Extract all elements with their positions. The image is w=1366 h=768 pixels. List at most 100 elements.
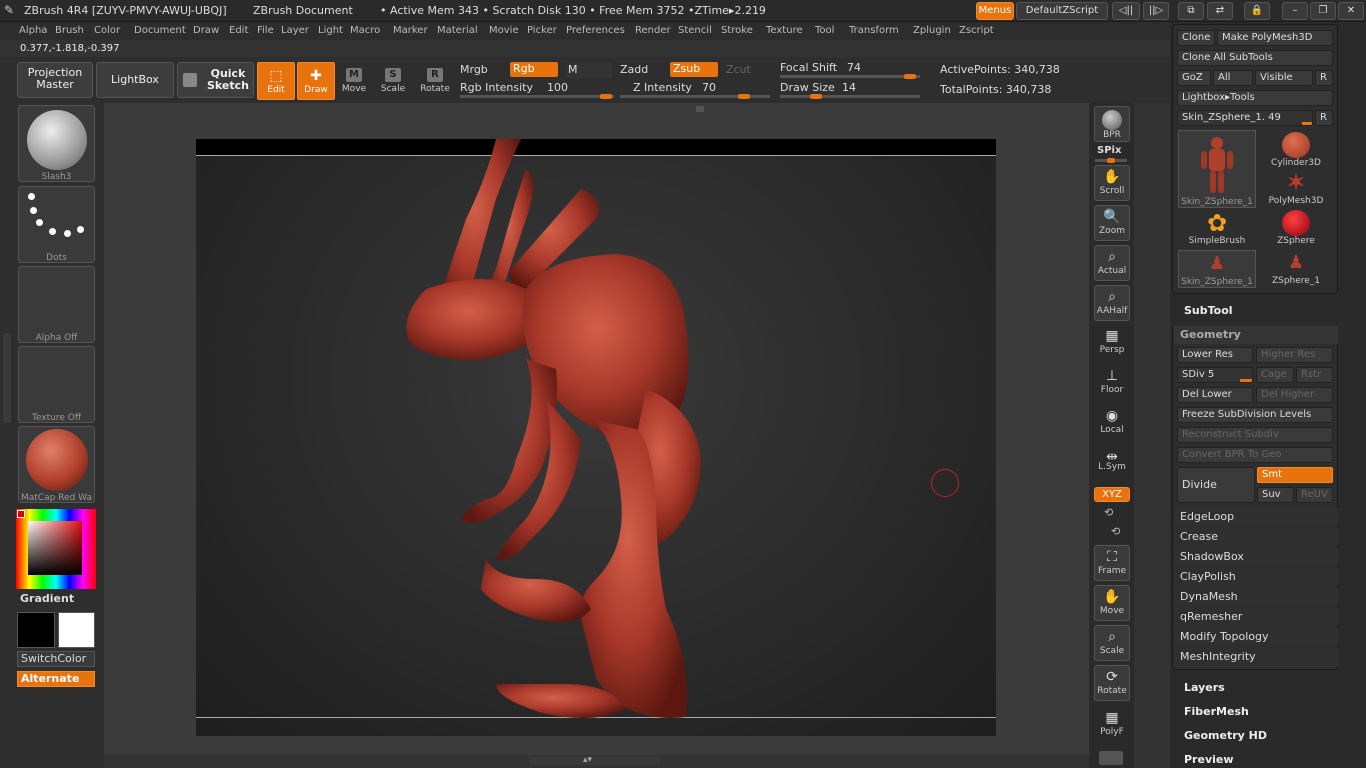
switch-color-button[interactable]: SwitchColor	[17, 651, 95, 667]
clone-all-subtools-button[interactable]: Clone All SubTools	[1177, 50, 1333, 66]
default-zscript-button[interactable]: DefaultZScript	[1016, 2, 1108, 20]
view-rotate-button[interactable]: ⟳ Rotate	[1094, 665, 1130, 701]
canvas-bottom-arrows-icon[interactable]: ▴▾	[583, 755, 592, 765]
clone-button[interactable]: Clone	[1177, 30, 1215, 46]
rotate-z-icon[interactable]: ⟲	[1111, 525, 1120, 538]
canvas-bottom-scroll[interactable]	[530, 757, 660, 765]
menu-file[interactable]: File	[257, 25, 274, 36]
menu-movie[interactable]: Movie	[489, 25, 519, 36]
secondary-color-swatch[interactable]	[58, 612, 95, 648]
menu-preferences[interactable]: Preferences	[566, 25, 625, 36]
rotate-y-icon[interactable]: ⟲	[1104, 506, 1113, 519]
menu-transform[interactable]: Transform	[849, 25, 899, 36]
shadowbox-section[interactable]: ShadowBox	[1174, 548, 1338, 566]
rgb-intensity-slider[interactable]	[460, 94, 614, 99]
m-toggle[interactable]: M	[566, 63, 612, 78]
local-button[interactable]: ◉ Local	[1094, 405, 1130, 441]
current-tool-slider[interactable]: Skin_ZSphere_1. 49	[1177, 110, 1313, 126]
menu-brush[interactable]: Brush	[55, 25, 84, 36]
menu-picker[interactable]: Picker	[527, 25, 557, 36]
scroll-button[interactable]: ✋ Scroll	[1094, 165, 1130, 201]
polyf-button[interactable]: ▦ PolyF	[1094, 707, 1130, 743]
dynamesh-section[interactable]: DynaMesh	[1174, 588, 1338, 606]
menu-color[interactable]: Color	[94, 25, 120, 36]
canvas-scroll-indicator[interactable]	[696, 106, 704, 112]
menu-alpha[interactable]: Alpha	[19, 25, 47, 36]
alpha-thumbnail[interactable]: Alpha Off	[18, 266, 95, 343]
layers-section[interactable]: Layers	[1184, 681, 1225, 694]
rotate-button[interactable]: R Rotate	[416, 62, 454, 100]
menu-layer[interactable]: Layer	[281, 25, 309, 36]
document-canvas[interactable]	[196, 139, 996, 736]
reuv-button[interactable]: ReUV	[1296, 487, 1333, 503]
modify-topology-section[interactable]: Modify Topology	[1174, 628, 1338, 646]
rstr-button[interactable]: Rstr	[1296, 367, 1333, 383]
aahalf-button[interactable]: ⌕ AAHalf	[1094, 285, 1130, 321]
menu-stroke[interactable]: Stroke	[721, 25, 753, 36]
menu-marker[interactable]: Marker	[393, 25, 428, 36]
qremesher-section[interactable]: qRemesher	[1174, 608, 1338, 626]
menu-macro[interactable]: Macro	[350, 25, 380, 36]
menu-document[interactable]: Document	[134, 25, 186, 36]
edit-button[interactable]: ⬚ Edit	[257, 62, 295, 100]
fibermesh-section[interactable]: FiberMesh	[1184, 705, 1249, 718]
geometry-hd-section[interactable]: Geometry HD	[1184, 729, 1267, 742]
geometry-header[interactable]: Geometry	[1174, 326, 1338, 344]
maximize-icon[interactable]: ❐	[1310, 2, 1336, 20]
higher-res-button[interactable]: Higher Res	[1256, 347, 1333, 363]
all-button[interactable]: All	[1213, 70, 1253, 86]
lightbox-tools-button[interactable]: Lightbox▸Tools	[1177, 90, 1333, 106]
tool-polymesh3d[interactable]: ✶ PolyMesh3D	[1257, 170, 1335, 208]
spix-slider[interactable]	[1095, 158, 1127, 163]
focal-shift-slider[interactable]	[780, 74, 920, 79]
frame-button[interactable]: ⛶ Frame	[1094, 545, 1130, 581]
smt-toggle[interactable]: Smt	[1257, 467, 1333, 483]
z-intensity-slider[interactable]	[620, 94, 770, 99]
tool-skin-zsphere-large[interactable]: Skin_ZSphere_1	[1178, 130, 1256, 208]
freeze-subdivision-button[interactable]: Freeze SubDivision Levels	[1177, 407, 1333, 423]
stroke-thumbnail[interactable]: Dots	[18, 186, 95, 263]
subtool-section[interactable]: SubTool	[1184, 304, 1233, 317]
r-button[interactable]: R	[1315, 70, 1333, 86]
menu-edit[interactable]: Edit	[229, 25, 248, 36]
menu-tool[interactable]: Tool	[815, 25, 834, 36]
floor-button[interactable]: ⊥ Floor	[1094, 365, 1130, 401]
cage-button[interactable]: Cage	[1256, 367, 1294, 383]
color-square[interactable]	[28, 521, 82, 575]
tool-zsphere-1[interactable]: ♟ ZSphere_1	[1257, 250, 1335, 288]
color-picker[interactable]	[16, 509, 96, 589]
draw-button[interactable]: ✚ Draw	[297, 62, 335, 100]
claypolish-section[interactable]: ClayPolish	[1174, 568, 1338, 586]
menu-render[interactable]: Render	[635, 25, 671, 36]
texture-thumbnail[interactable]: Texture Off	[18, 346, 95, 423]
zcut-toggle[interactable]: Zcut	[726, 63, 751, 76]
zoom-button[interactable]: 🔍 Zoom	[1094, 205, 1130, 241]
menus-button[interactable]: Menus	[976, 2, 1014, 20]
quick-sketch-button[interactable]: Quick Sketch	[177, 62, 254, 98]
projection-master-button[interactable]: Projection Master	[17, 62, 93, 98]
menu-stencil[interactable]: Stencil	[678, 25, 712, 36]
layout-icon[interactable]: ⧉	[1178, 2, 1204, 20]
zadd-toggle[interactable]: Zadd	[620, 63, 648, 76]
zsub-toggle[interactable]: Zsub	[670, 62, 718, 77]
tool-simplebrush[interactable]: ✿ SimpleBrush	[1178, 210, 1256, 248]
menu-zplugin[interactable]: Zplugin	[913, 25, 951, 36]
swap-layout-icon[interactable]: ⇄	[1207, 2, 1233, 20]
mrgb-toggle[interactable]: Mrgb	[460, 63, 488, 76]
del-higher-button[interactable]: Del Higher	[1256, 387, 1333, 403]
minimize-icon[interactable]: –	[1282, 2, 1308, 20]
lightbox-button[interactable]: LightBox	[96, 62, 174, 98]
sdiv-slider[interactable]: SDiv 5	[1177, 367, 1253, 383]
reconstruct-subdiv-button[interactable]: Reconstruct Subdiv	[1177, 427, 1333, 443]
left-collapse-handle[interactable]	[3, 333, 11, 423]
tool-skin-zsphere-small[interactable]: ♟ Skin_ZSphere_1	[1178, 250, 1256, 288]
meshintegrity-section[interactable]: MeshIntegrity	[1174, 648, 1338, 666]
lower-res-button[interactable]: Lower Res	[1177, 347, 1253, 363]
visible-button[interactable]: Visible	[1255, 70, 1313, 86]
divide-button[interactable]: Divide	[1177, 467, 1255, 503]
tool-zsphere[interactable]: ZSphere	[1257, 210, 1335, 248]
scale-button[interactable]: S Scale	[374, 62, 412, 100]
make-polymesh-button[interactable]: Make PolyMesh3D	[1217, 30, 1333, 46]
xyz-button[interactable]: XYZ	[1094, 487, 1130, 502]
rewind-icon[interactable]: ◁||	[1112, 2, 1140, 20]
